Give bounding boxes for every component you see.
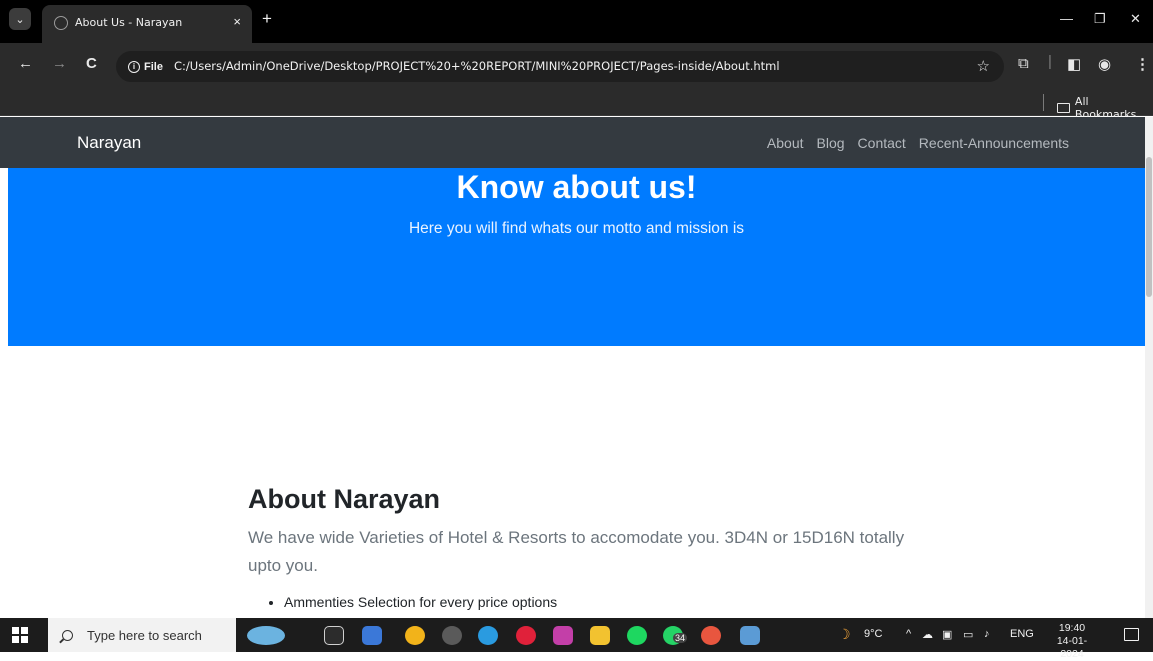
hero-title: Know about us!: [456, 169, 697, 205]
new-tab-button[interactable]: +: [262, 9, 272, 29]
bookmarks-bar: All Bookmarks: [0, 90, 1153, 121]
task-view-icon[interactable]: [324, 626, 344, 645]
file-label: File: [144, 60, 163, 73]
toolbar-divider: |: [1048, 53, 1052, 70]
site-navbar: Narayan About Blog Contact Recent-Announ…: [0, 117, 1145, 168]
forward-arrow-icon[interactable]: →: [52, 55, 67, 72]
bookmark-star-icon[interactable]: ☆: [977, 57, 990, 75]
hero-jumbotron: Know about us! Here you will find whats …: [8, 168, 1145, 346]
whatsapp-badge: 34: [673, 633, 688, 643]
side-panel-icon[interactable]: ◧: [1067, 55, 1081, 73]
nav-link-blog[interactable]: Blog: [817, 135, 845, 151]
instagram-icon[interactable]: [553, 626, 573, 645]
app-icon-2[interactable]: [701, 626, 721, 645]
notification-center-icon[interactable]: [1124, 628, 1139, 641]
about-heading: About Narayan: [248, 484, 441, 514]
browser-tab-active[interactable]: About Us - Narayan ×: [42, 5, 252, 43]
onedrive-icon[interactable]: ☁: [922, 628, 933, 641]
tray-app-icon[interactable]: ▣: [942, 628, 952, 641]
taskbar-search-placeholder: Type here to search: [87, 627, 202, 643]
amenities-list: Ammenties Selection for every price opti…: [272, 594, 557, 614]
app-icon-3[interactable]: [740, 626, 760, 645]
reload-icon[interactable]: C: [86, 55, 97, 72]
about-lead-text: We have wide Varieties of Hotel & Resort…: [248, 528, 905, 575]
url-text[interactable]: C:/Users/Admin/OneDrive/Desktop/PROJECT%…: [174, 59, 780, 73]
tab-close-icon[interactable]: ×: [233, 14, 241, 29]
info-icon: i: [128, 60, 140, 73]
app-icon[interactable]: [442, 626, 462, 645]
minimize-icon[interactable]: —: [1060, 11, 1073, 26]
language-indicator[interactable]: ENG: [1010, 628, 1034, 640]
hero-subtitle: Here you will find whats our motto and m…: [408, 220, 745, 237]
bookmarks-divider: [1043, 94, 1044, 111]
weather-moon-icon: ☽: [838, 626, 851, 642]
browser-toolbar: ← → C i File C:/Users/Admin/OneDrive/Des…: [0, 43, 1153, 90]
nav-link-about[interactable]: About: [767, 135, 804, 151]
file-explorer-icon[interactable]: [590, 626, 610, 645]
site-info-chip[interactable]: i File: [123, 56, 169, 77]
whatsapp-icon[interactable]: 34: [663, 626, 688, 645]
nav-link-contact[interactable]: Contact: [858, 135, 906, 151]
globe-icon: [54, 16, 68, 30]
spotify-icon[interactable]: [627, 626, 647, 645]
microsoft-store-icon[interactable]: [362, 626, 382, 645]
tab-strip: ⌄ About Us - Narayan × + — ❐ ✕: [0, 0, 1153, 43]
tab-title: About Us - Narayan: [75, 16, 183, 29]
tab-search-chevron-icon[interactable]: ⌄: [9, 8, 31, 30]
system-clock[interactable]: 19:40 14-01-2024: [1050, 622, 1094, 661]
chrome-icon[interactable]: [405, 626, 425, 645]
address-bar[interactable]: i File C:/Users/Admin/OneDrive/Desktop/P…: [116, 51, 1004, 82]
site-brand[interactable]: Narayan: [77, 133, 141, 153]
windows-taskbar: Type here to search 34 ☽ 9°C ^ ☁ ▣ ▭ ♪ E…: [0, 618, 1153, 660]
profile-avatar-icon[interactable]: ◉: [1098, 55, 1111, 73]
windows-start-icon[interactable]: [12, 627, 28, 643]
search-highlight-icon[interactable]: [247, 626, 285, 645]
menu-kebab-icon[interactable]: ⋮: [1135, 55, 1150, 73]
volume-icon[interactable]: ♪: [984, 628, 990, 640]
weather-temp[interactable]: 9°C: [864, 628, 882, 640]
search-icon: [62, 629, 73, 641]
clock-time: 19:40: [1058, 622, 1086, 634]
restore-icon[interactable]: ❐: [1094, 11, 1106, 27]
nav-link-recent-announcements[interactable]: Recent-Announcements: [919, 135, 1069, 151]
edge-icon[interactable]: [478, 626, 498, 645]
extensions-icon[interactable]: ⧉: [1018, 55, 1029, 72]
list-item: Ammenties Selection for every price opti…: [284, 594, 557, 614]
pinterest-icon[interactable]: [516, 626, 536, 645]
page-scrollbar[interactable]: [1145, 117, 1153, 618]
site-nav-links: About Blog Contact Recent-Announcements: [767, 135, 1069, 151]
back-arrow-icon[interactable]: ←: [18, 55, 33, 72]
folder-icon: [1057, 103, 1070, 113]
scrollbar-thumb[interactable]: [1146, 157, 1152, 297]
close-window-icon[interactable]: ✕: [1130, 11, 1141, 27]
network-icon[interactable]: ▭: [963, 628, 973, 641]
clock-date: 14-01-2024: [1056, 635, 1088, 660]
taskbar-search-box[interactable]: Type here to search: [48, 618, 236, 652]
page-viewport: Narayan About Blog Contact Recent-Announ…: [0, 117, 1145, 618]
tray-overflow-icon[interactable]: ^: [906, 628, 911, 640]
